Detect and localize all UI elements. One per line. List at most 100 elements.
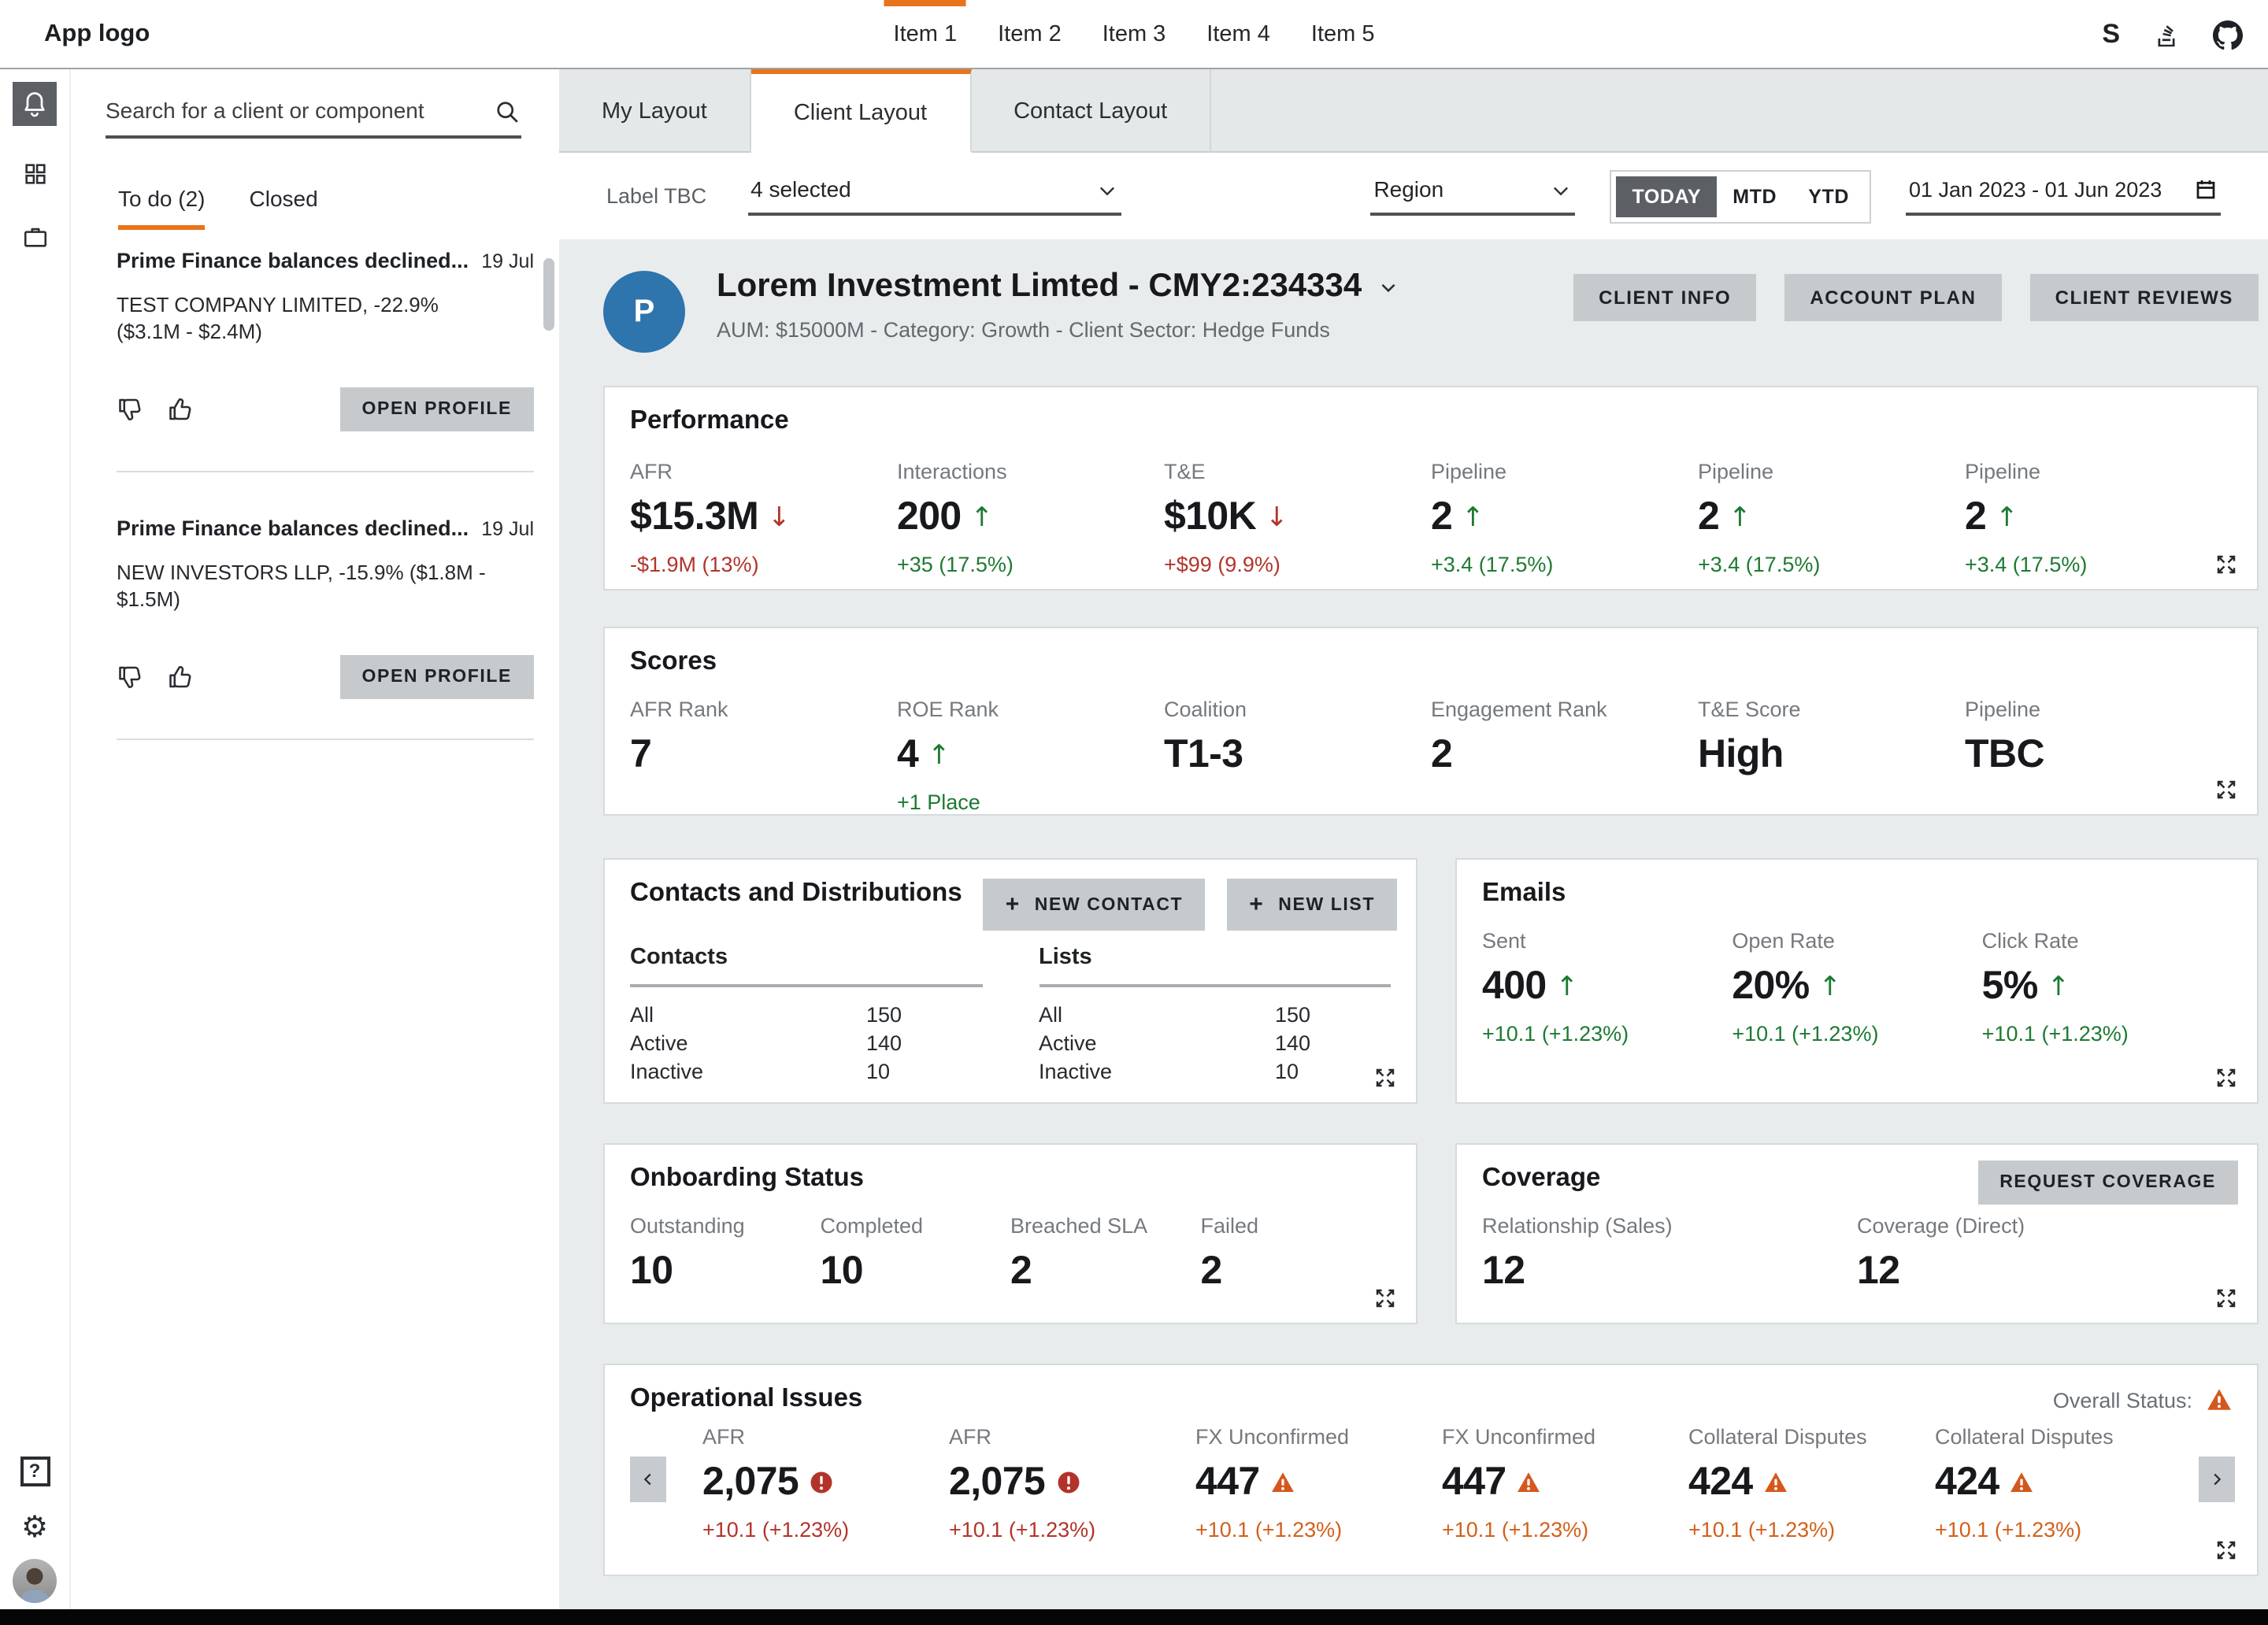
row-label: All — [1039, 1001, 1275, 1030]
expand-icon[interactable] — [2214, 1066, 2238, 1090]
search-icon[interactable] — [493, 98, 521, 126]
region-dropdown[interactable]: Region — [1370, 176, 1575, 216]
metric-roe-rank: ROE Rank4↑+1 Place — [897, 698, 1164, 814]
table-row: Active140 — [630, 1030, 982, 1058]
new-contact-button[interactable]: + NEW CONTACT — [984, 879, 1206, 931]
metric-value: $10K↓ — [1164, 494, 1431, 540]
emails-metrics: Sent400↑+10.1 (+1.23%)Open Rate20%↑+10.1… — [1482, 929, 2232, 1046]
notification-title: Prime Finance balances declined... — [117, 249, 469, 272]
date-range-picker[interactable]: 01 Jan 2023 - 01 Jun 2023 — [1906, 177, 2221, 215]
account-plan-button[interactable]: ACCOUNT PLAN — [1784, 274, 2001, 321]
carousel-next-button[interactable] — [2199, 1457, 2235, 1502]
request-coverage-button[interactable]: REQUEST COVERAGE — [1977, 1160, 2238, 1205]
stackoverflow-icon[interactable] — [2153, 21, 2180, 48]
github-icon[interactable] — [2213, 20, 2243, 50]
thumbs-down-icon[interactable] — [117, 662, 145, 690]
metric-value: High — [1698, 732, 1965, 778]
client-info-button[interactable]: CLIENT INFO — [1573, 274, 1756, 321]
metric-collateral-disputes: Collateral Disputes424+10.1 (+1.23%) — [1688, 1425, 1935, 1542]
nav-item-2[interactable]: Item 2 — [998, 0, 1062, 69]
coverage-metrics: Relationship (Sales)12Coverage (Direct)1… — [1482, 1214, 2232, 1294]
warning-icon — [1518, 1471, 1541, 1494]
s-logo-icon[interactable]: S — [2102, 19, 2120, 50]
expand-icon[interactable] — [2214, 1538, 2238, 1562]
metric-afr: AFR2,075+10.1 (+1.23%) — [702, 1425, 949, 1542]
metric-delta: +3.4 (17.5%) — [1965, 553, 2232, 576]
expand-icon[interactable] — [2214, 553, 2238, 576]
open-profile-button[interactable]: OPEN PROFILE — [340, 387, 534, 431]
tab-client-layout[interactable]: Client Layout — [751, 69, 971, 153]
client-name[interactable]: Lorem Investment Limted - CMY2:234334 — [717, 268, 1398, 305]
tab-to-do-2[interactable]: To do (2) — [118, 186, 206, 230]
chevron-down-icon — [1550, 180, 1572, 202]
metric-afr-rank: AFR Rank7 — [630, 698, 897, 814]
metric-value: 10 — [821, 1249, 1011, 1294]
search-input[interactable] — [106, 88, 493, 135]
metric-value: 424 — [1935, 1460, 2181, 1505]
thumbs-down-icon[interactable] — [117, 395, 145, 424]
metric-open-rate: Open Rate20%↑+10.1 (+1.23%) — [1732, 929, 1981, 1046]
metric-pipeline: Pipeline2↑+3.4 (17.5%) — [1965, 460, 2232, 576]
help-icon[interactable]: ? — [13, 1449, 57, 1493]
expand-icon[interactable] — [1373, 1066, 1397, 1090]
metric-delta: +10.1 (+1.23%) — [1982, 1022, 2232, 1046]
nav-item-4[interactable]: Item 4 — [1206, 0, 1270, 69]
scores-metrics: AFR Rank7ROE Rank4↑+1 PlaceCoalitionT1-3… — [630, 698, 2232, 814]
plus-icon: + — [1249, 891, 1264, 918]
metric-value: 400↑ — [1482, 964, 1732, 1009]
tab-my-layout[interactable]: My Layout — [559, 69, 751, 153]
open-profile-button[interactable]: OPEN PROFILE — [340, 654, 534, 698]
metric-delta: +10.1 (+1.23%) — [1732, 1022, 1981, 1046]
metric-value: 12 — [1857, 1249, 2232, 1294]
metric-sent: Sent400↑+10.1 (+1.23%) — [1482, 929, 1732, 1046]
nav-item-5[interactable]: Item 5 — [1311, 0, 1375, 69]
expand-icon[interactable] — [2214, 778, 2238, 801]
client-actions: CLIENT INFO ACCOUNT PLAN CLIENT REVIEWS — [1573, 274, 2259, 321]
nav-item-3[interactable]: Item 3 — [1102, 0, 1166, 69]
table-row: Active140 — [1039, 1030, 1391, 1058]
group-heading: Lists — [1039, 945, 1391, 987]
client-avatar: P — [603, 271, 685, 353]
carousel-prev-button[interactable] — [630, 1457, 666, 1502]
card-title: Operational Issues — [630, 1384, 862, 1414]
metric-value: 2 — [1431, 732, 1698, 778]
tab-contact-layout[interactable]: Contact Layout — [971, 69, 1211, 153]
thumbs-up-icon[interactable] — [167, 395, 195, 424]
row-value: 150 — [866, 1001, 902, 1030]
grid-icon[interactable] — [13, 151, 57, 195]
arrow-up-icon: ↑ — [1462, 502, 1484, 533]
divider — [117, 471, 534, 472]
metric-delta: +10.1 (+1.23%) — [1935, 1518, 2181, 1542]
metric-label: Pipeline — [1698, 460, 1965, 483]
panel-scrollbar[interactable] — [543, 258, 554, 331]
thumbs-up-icon[interactable] — [167, 662, 195, 690]
group-heading: Contacts — [630, 945, 982, 987]
tab-closed[interactable]: Closed — [250, 186, 318, 230]
arrow-up-icon: ↑ — [928, 739, 950, 771]
nav-item-1[interactable]: Item 1 — [894, 0, 958, 69]
range-mtd[interactable]: MTD — [1717, 176, 1792, 217]
expand-icon[interactable] — [2214, 1286, 2238, 1310]
briefcase-icon[interactable] — [13, 214, 57, 258]
arrow-up-icon: ↑ — [1556, 971, 1578, 1002]
range-ytd[interactable]: YTD — [1792, 176, 1865, 217]
metric-pipeline: Pipeline2↑+3.4 (17.5%) — [1431, 460, 1698, 576]
range-today[interactable]: TODAY — [1616, 176, 1717, 217]
metric-label: Pipeline — [1965, 460, 2232, 483]
expand-icon[interactable] — [1373, 1286, 1397, 1310]
notification-body: TEST COMPANY LIMITED, -22.9% ($3.1M - $2… — [117, 293, 501, 346]
metric-coalition: CoalitionT1-3 — [1164, 698, 1431, 814]
operational-issues-card: Operational Issues Overall Status: AFR2,… — [603, 1364, 2259, 1576]
filter-dropdown[interactable]: 4 selected — [747, 176, 1121, 216]
chevron-down-icon[interactable] — [1377, 276, 1398, 297]
user-avatar[interactable] — [13, 1559, 57, 1603]
contacts-groups: ContactsAll150Active140Inactive10ListsAl… — [630, 945, 1391, 1086]
table-row: Inactive10 — [630, 1057, 982, 1086]
error-icon — [1056, 1471, 1080, 1494]
settings-icon[interactable]: ⚙ — [13, 1505, 57, 1549]
calendar-icon — [2194, 177, 2218, 201]
bell-icon[interactable] — [13, 82, 57, 126]
new-list-button[interactable]: + NEW LIST — [1227, 879, 1397, 931]
client-reviews-button[interactable]: CLIENT REVIEWS — [2030, 274, 2259, 321]
metric-afr: AFR$15.3M↓-$1.9M (13%) — [630, 460, 897, 576]
